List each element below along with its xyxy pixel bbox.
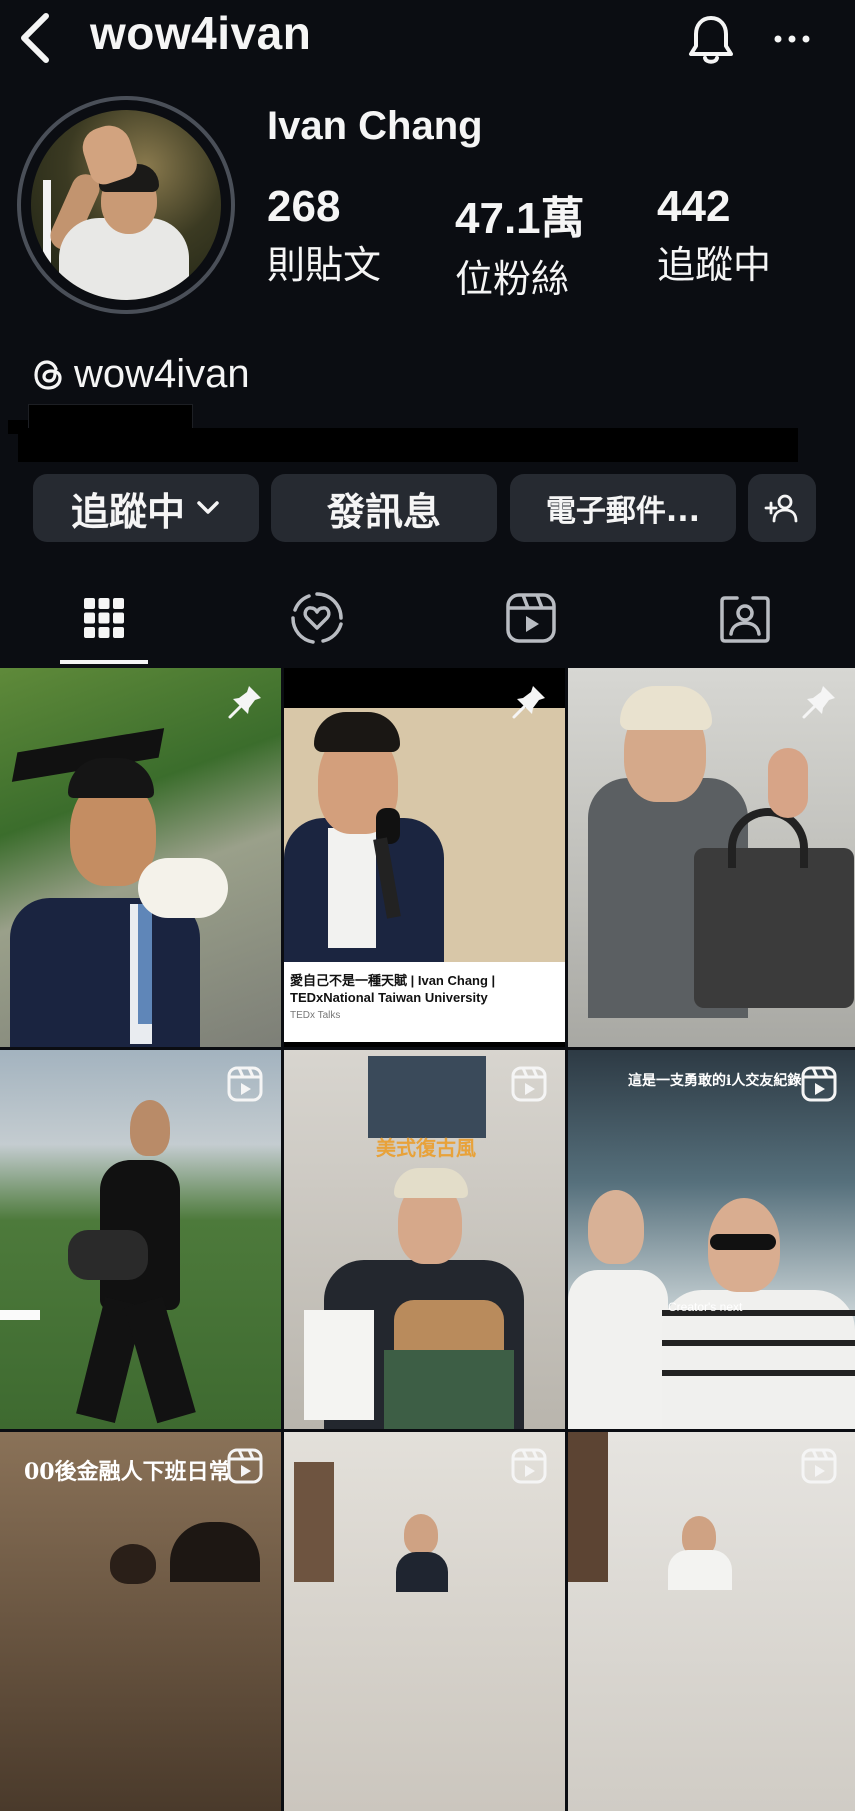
post-tile[interactable]: 愛自己不是一種天賦 | Ivan Chang | TEDxNational Ta… (284, 668, 565, 1047)
following-button-label: 追蹤中 (70, 489, 185, 534)
post-tile[interactable] (568, 1432, 855, 1811)
chevron-left-icon (21, 13, 49, 63)
email-button[interactable]: 電子郵件... (510, 474, 736, 542)
pin-icon (802, 686, 835, 719)
post-tile[interactable]: 美式復古風 (284, 1050, 565, 1429)
profile-full-name: Ivan Chang (267, 104, 483, 148)
tab-tagged[interactable] (715, 588, 775, 648)
chevron-down-icon (197, 501, 219, 514)
profile-tabs (0, 580, 855, 666)
reel-badge-icon (511, 1448, 547, 1484)
reel-badge-icon (511, 1066, 547, 1102)
threads-handle: wow4ivan (74, 352, 250, 396)
message-button-label: 發訊息 (326, 489, 441, 534)
threads-profile-link[interactable]: wow4ivan (32, 352, 250, 397)
collab-heart-icon (291, 592, 343, 644)
posts-grid: 愛自己不是一種天賦 | Ivan Chang | TEDxNational Ta… (0, 668, 855, 1811)
video-caption-source: TEDx Talks (290, 1010, 341, 1021)
tab-reels[interactable] (501, 588, 561, 648)
stat-label: 則貼文 (267, 243, 382, 287)
email-button-label: 電子郵件... (545, 494, 701, 529)
profile-avatar-ring[interactable] (17, 96, 235, 314)
reels-icon (506, 593, 556, 643)
post-tile[interactable] (0, 1050, 281, 1429)
post-tile[interactable]: 00後金融人下班日常 (0, 1432, 281, 1811)
reel-badge-icon (227, 1066, 263, 1102)
post-tile[interactable]: 這是一支勇敢的i人交友紀錄 Creator's next (568, 1050, 855, 1429)
stat-label: 位粉絲 (455, 257, 570, 301)
reel-badge-icon (227, 1448, 263, 1484)
followers-count-stat[interactable]: 47.1萬 位粉絲 (455, 182, 585, 303)
profile-username: wow4ivan (90, 7, 312, 59)
reel-overlay-text: 美式復古風 (376, 1136, 476, 1160)
stat-value: 442 (657, 182, 731, 231)
post-tile[interactable] (284, 1432, 565, 1811)
top-bar: wow4ivan (0, 0, 855, 80)
video-caption-title: 愛自己不是一種天賦 | Ivan Chang | TEDxNational Ta… (290, 973, 496, 1005)
redacted-bio-line (28, 404, 193, 430)
reel-overlay-text: 00後金融人下班日常 (24, 1459, 231, 1485)
avatar (31, 110, 221, 300)
back-button[interactable] (14, 10, 58, 66)
tab-collabs[interactable] (287, 588, 347, 648)
active-tab-indicator (60, 660, 148, 664)
message-button[interactable]: 發訊息 (271, 474, 497, 542)
posts-count-stat[interactable]: 268 則貼文 (267, 182, 381, 289)
stat-value: 47.1萬 (455, 194, 585, 243)
reel-overlay-text: 這是一支勇敢的i人交友紀錄 (628, 1073, 802, 1089)
reel-badge-icon (801, 1448, 837, 1484)
bell-icon (689, 16, 733, 64)
redacted-bio-block (18, 428, 798, 462)
following-count-stat[interactable]: 442 追蹤中 (657, 182, 771, 289)
post-tile[interactable] (0, 668, 281, 1047)
grid-icon (84, 598, 124, 638)
reel-badge-icon (801, 1066, 837, 1102)
threads-icon (34, 359, 62, 390)
post-tile[interactable] (568, 668, 855, 1047)
video-caption-card: 愛自己不是一種天賦 | Ivan Chang | TEDxNational Ta… (284, 962, 565, 1042)
add-person-icon (764, 494, 798, 523)
reel-overlay-subtext: Creator's next (668, 1300, 743, 1314)
suggested-people-button[interactable] (748, 474, 816, 542)
tagged-person-icon (720, 596, 770, 643)
more-options-button[interactable] (770, 22, 814, 56)
notifications-button[interactable] (686, 14, 736, 66)
following-button[interactable]: 追蹤中 (33, 474, 259, 542)
stat-value: 268 (267, 182, 341, 231)
pin-icon (228, 686, 261, 719)
pin-icon (512, 686, 545, 719)
tab-posts[interactable] (74, 588, 134, 648)
stat-label: 追蹤中 (657, 243, 772, 287)
more-horizontal-icon (774, 35, 810, 43)
